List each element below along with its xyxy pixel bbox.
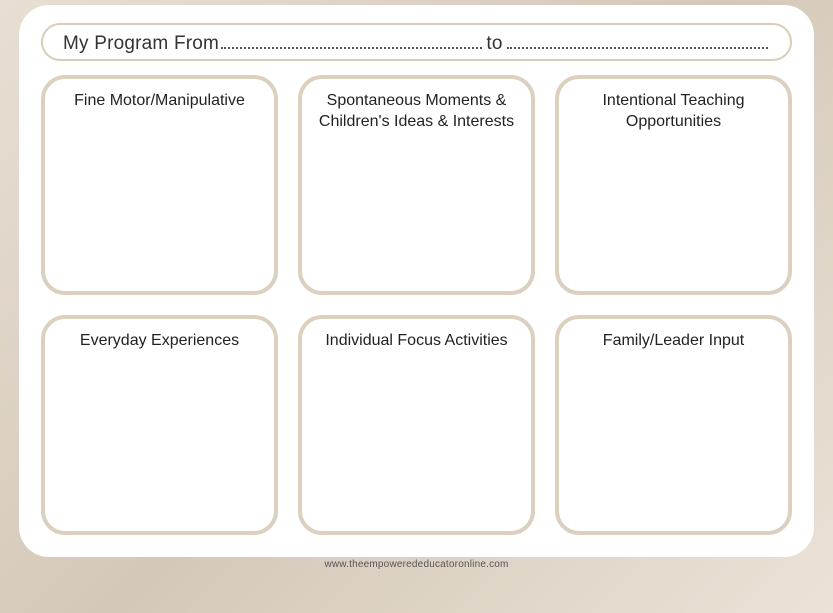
program-card: My Program From to Fine Motor/Manipulati…: [19, 5, 814, 557]
box-fine-motor[interactable]: Fine Motor/Manipulative: [41, 75, 278, 295]
box-individual[interactable]: Individual Focus Activities: [298, 315, 535, 535]
box-label: Everyday Experiences: [55, 331, 264, 352]
box-label: Individual Focus Activities: [312, 331, 521, 352]
box-grid: Fine Motor/Manipulative Spontaneous Mome…: [41, 75, 792, 535]
title-to: to: [486, 33, 502, 55]
box-label: Fine Motor/Manipulative: [55, 91, 264, 112]
date-to-line[interactable]: [507, 33, 768, 49]
box-intentional[interactable]: Intentional Teaching Opportunities: [555, 75, 792, 295]
box-everyday[interactable]: Everyday Experiences: [41, 315, 278, 535]
box-label: Family/Leader Input: [569, 331, 778, 352]
box-label: Spontaneous Moments & Children's Ideas &…: [312, 91, 521, 133]
box-label: Intentional Teaching Opportunities: [569, 91, 778, 133]
title-prefix: My Program From: [63, 33, 219, 55]
date-from-line[interactable]: [221, 33, 482, 49]
footer-url: www.theempowerededucatoronline.com: [324, 559, 508, 570]
box-spontaneous[interactable]: Spontaneous Moments & Children's Ideas &…: [298, 75, 535, 295]
box-family[interactable]: Family/Leader Input: [555, 315, 792, 535]
title-bar: My Program From to: [41, 23, 792, 61]
